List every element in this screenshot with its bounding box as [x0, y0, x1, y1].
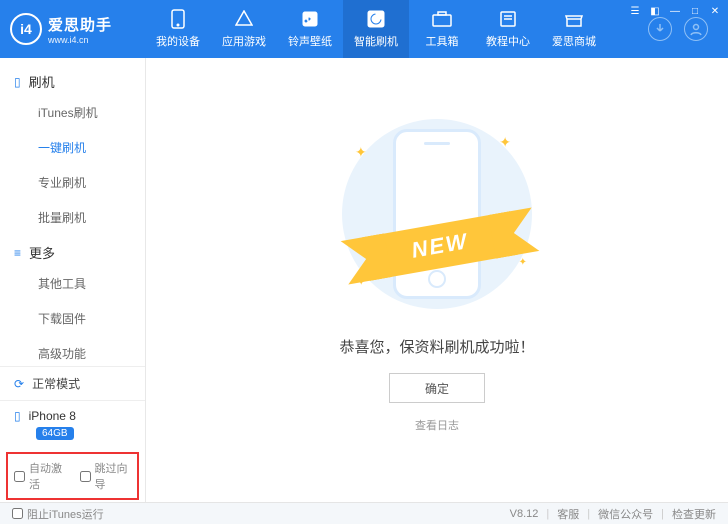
flash-icon	[366, 9, 386, 29]
highlight-options: 自动激活 跳过向导	[6, 452, 139, 500]
brand-sub: www.i4.cn	[48, 35, 112, 45]
top-nav: 我的设备 应用游戏 铃声壁纸 智能刷机 工具箱 教程中心 爱思商城	[145, 0, 607, 58]
nav-label: 应用游戏	[222, 33, 266, 49]
separator: |	[661, 508, 664, 520]
view-log-link[interactable]: 查看日志	[415, 417, 459, 433]
success-message: 恭喜您，保资料刷机成功啦！	[339, 336, 534, 357]
logo-icon: i4	[10, 13, 42, 45]
user-button[interactable]	[684, 17, 708, 41]
download-button[interactable]	[648, 17, 672, 41]
skin-icon[interactable]: ◧	[648, 4, 662, 18]
nav-label: 工具箱	[426, 33, 459, 49]
maximize-icon[interactable]: □	[688, 4, 702, 18]
device-name: iPhone 8	[29, 409, 76, 423]
device-box[interactable]: ▯ iPhone 8 64GB	[0, 400, 145, 448]
sidebar-item-batch[interactable]: 批量刷机	[0, 200, 145, 235]
sparkle-icon: ✦	[519, 257, 527, 268]
minimize-icon[interactable]: —	[668, 4, 682, 18]
separator: |	[546, 508, 549, 520]
nav-label: 智能刷机	[354, 33, 398, 49]
sidebar: ▯ 刷机 iTunes刷机 一键刷机 专业刷机 批量刷机 ≡ 更多 其他工具 下…	[0, 58, 146, 502]
block-itunes-checkbox[interactable]: 阻止iTunes运行	[12, 506, 104, 522]
checkbox-label: 跳过向导	[95, 460, 132, 492]
skip-wizard-checkbox[interactable]: 跳过向导	[80, 460, 132, 492]
nav-label: 爱思商城	[552, 33, 596, 49]
toolbox-icon	[432, 9, 452, 29]
phone-small-icon: ▯	[14, 75, 21, 89]
nav-label: 教程中心	[486, 33, 530, 49]
sidebar-item-pro[interactable]: 专业刷机	[0, 165, 145, 200]
menu-icon[interactable]: ☰	[628, 4, 642, 18]
nav-shop[interactable]: 爱思商城	[541, 0, 607, 58]
sidebar-group-label: 刷机	[29, 72, 55, 91]
sidebar-item-oneclick[interactable]: 一键刷机	[0, 130, 145, 165]
nav-label: 铃声壁纸	[288, 33, 332, 49]
footer: 阻止iTunes运行 V8.12 | 客服 | 微信公众号 | 检查更新	[0, 502, 728, 524]
auto-activate-checkbox[interactable]: 自动激活	[14, 460, 66, 492]
checkbox-label: 自动激活	[29, 460, 66, 492]
sidebar-group-more[interactable]: ≡ 更多	[0, 235, 145, 266]
sidebar-group-label: 更多	[29, 243, 55, 262]
separator: |	[587, 508, 590, 520]
phone-icon	[168, 9, 188, 29]
main-content: ✦ ✦ ✦ ✦ NEW 恭喜您，保资料刷机成功啦！ 确定 查看日志	[146, 58, 728, 502]
brand-title: 爱思助手	[48, 14, 112, 35]
close-icon[interactable]: ✕	[708, 4, 722, 18]
ok-button[interactable]: 确定	[389, 373, 485, 403]
success-illustration: ✦ ✦ ✦ ✦ NEW	[327, 114, 547, 314]
sidebar-item-firmware[interactable]: 下载固件	[0, 301, 145, 336]
footer-link-update[interactable]: 检查更新	[672, 506, 716, 522]
checkbox-label: 阻止iTunes运行	[27, 506, 104, 522]
footer-link-support[interactable]: 客服	[557, 506, 579, 522]
mode-label: 正常模式	[32, 375, 80, 392]
header: i4 爱思助手 www.i4.cn 我的设备 应用游戏 铃声壁纸 智能刷机 工具…	[0, 0, 728, 58]
logo-area: i4 爱思助手 www.i4.cn	[10, 13, 145, 45]
sidebar-item-itunes[interactable]: iTunes刷机	[0, 95, 145, 130]
nav-ringtone[interactable]: 铃声壁纸	[277, 0, 343, 58]
footer-link-wechat[interactable]: 微信公众号	[598, 506, 653, 522]
shop-icon	[564, 9, 584, 29]
list-icon: ≡	[14, 246, 21, 260]
storage-badge: 64GB	[36, 427, 74, 440]
sidebar-item-other[interactable]: 其他工具	[0, 266, 145, 301]
header-right	[648, 17, 708, 41]
sidebar-group-flash[interactable]: ▯ 刷机	[0, 64, 145, 95]
nav-label: 我的设备	[156, 33, 200, 49]
mode-box[interactable]: ⟳ 正常模式	[0, 366, 145, 400]
sparkle-icon: ✦	[499, 134, 511, 151]
version-label: V8.12	[510, 508, 539, 520]
apps-icon	[234, 9, 254, 29]
nav-toolbox[interactable]: 工具箱	[409, 0, 475, 58]
nav-tutorial[interactable]: 教程中心	[475, 0, 541, 58]
nav-flash[interactable]: 智能刷机	[343, 0, 409, 58]
sparkle-icon: ✦	[355, 144, 367, 161]
sidebar-item-advanced[interactable]: 高级功能	[0, 336, 145, 366]
device-icon: ▯	[14, 409, 21, 423]
window-controls: ☰ ◧ — □ ✕	[628, 4, 722, 18]
sparkle-icon: ✦	[357, 277, 365, 288]
book-icon	[498, 9, 518, 29]
nav-apps[interactable]: 应用游戏	[211, 0, 277, 58]
note-icon	[300, 9, 320, 29]
nav-my-device[interactable]: 我的设备	[145, 0, 211, 58]
refresh-icon: ⟳	[14, 377, 24, 391]
